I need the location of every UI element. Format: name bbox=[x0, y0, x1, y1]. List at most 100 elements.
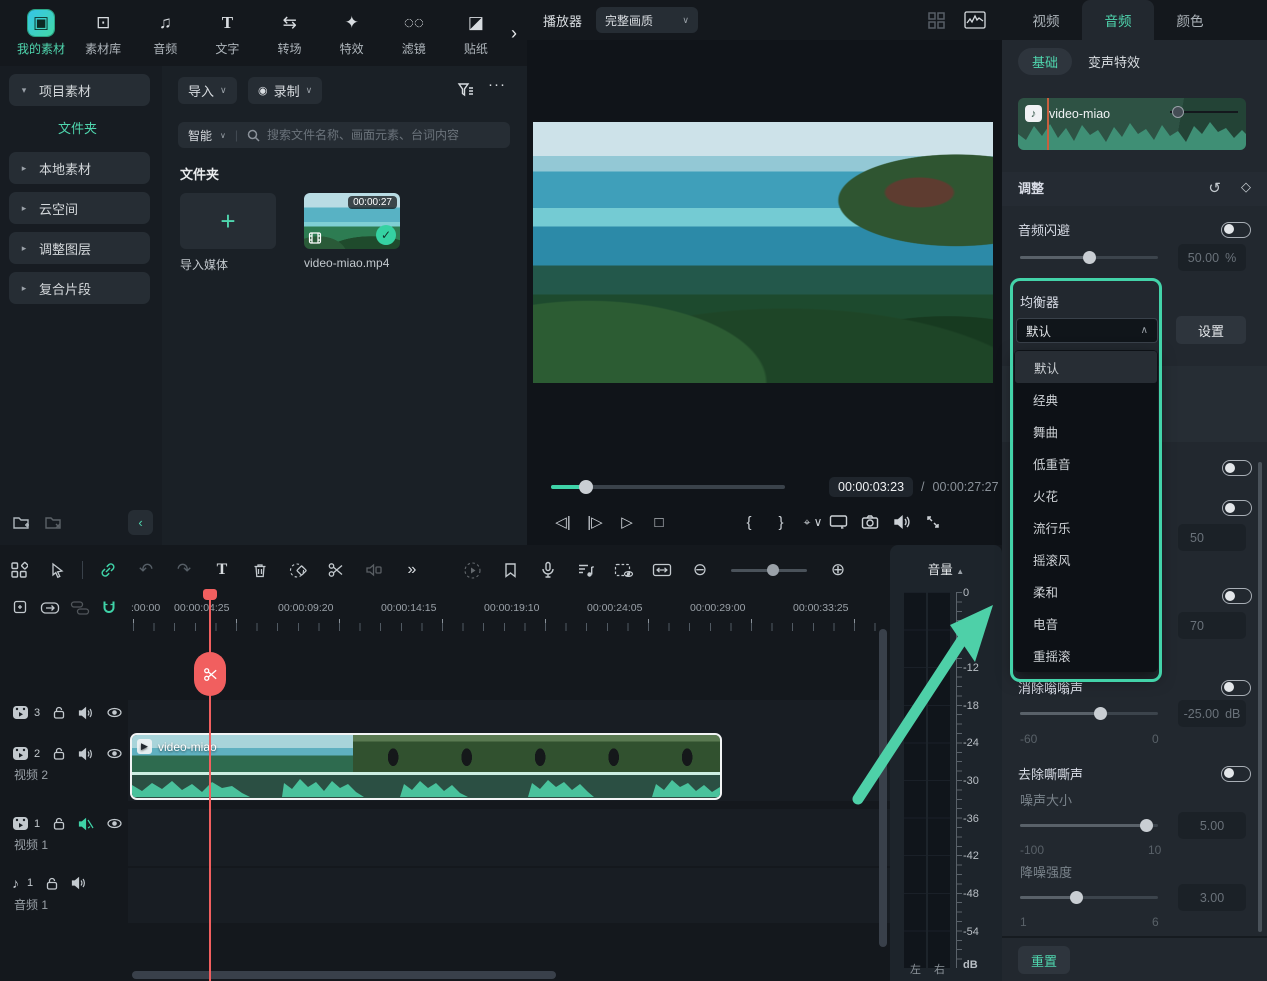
subtab-voice-effects[interactable]: 变声特效 bbox=[1088, 48, 1140, 75]
delete-folder-icon[interactable] bbox=[44, 512, 64, 532]
zoom-knob[interactable] bbox=[767, 564, 779, 576]
search-bar[interactable]: 智能 ∨ | bbox=[178, 122, 510, 148]
eq-option-classic[interactable]: 经典 bbox=[1014, 383, 1158, 415]
lock-icon[interactable] bbox=[45, 876, 59, 891]
delete-icon[interactable] bbox=[241, 562, 279, 579]
new-folder-icon[interactable] bbox=[12, 512, 32, 532]
ducking-slider[interactable] bbox=[1020, 256, 1158, 259]
equalizer-dropdown[interactable]: 默认 ∧ bbox=[1016, 318, 1158, 343]
hidden-value-1-box[interactable]: 50 bbox=[1178, 524, 1246, 551]
voiceover-mic-icon[interactable] bbox=[529, 561, 567, 579]
stop-button[interactable]: □ bbox=[643, 514, 675, 531]
clip-volume-slider[interactable] bbox=[1170, 111, 1238, 113]
tab-transitions[interactable]: ⇆ 转场 bbox=[263, 10, 317, 57]
audio-to-text-icon[interactable] bbox=[567, 562, 605, 579]
snapshot-camera-icon[interactable] bbox=[861, 514, 893, 530]
redo-icon[interactable]: ↷ bbox=[165, 560, 203, 580]
track-3-lane[interactable] bbox=[128, 700, 890, 733]
undo-icon[interactable]: ↶ bbox=[127, 560, 165, 580]
subtab-basic[interactable]: 基础 bbox=[1018, 48, 1072, 75]
strength-value-box[interactable]: 3.00 bbox=[1178, 884, 1246, 911]
tab-filters[interactable]: ◌◌ 滤镜 bbox=[387, 10, 441, 57]
playhead-line[interactable] bbox=[209, 592, 211, 981]
audio-1-lane[interactable] bbox=[128, 868, 890, 923]
track-1-lane[interactable] bbox=[128, 809, 890, 866]
eq-option-heavy-rock[interactable]: 重摇滚 bbox=[1014, 639, 1158, 671]
tab-video[interactable]: 视频 bbox=[1010, 0, 1082, 40]
tab-text[interactable]: T 文字 bbox=[200, 10, 254, 57]
audio-clip-preview[interactable]: ♪ video-miao bbox=[1018, 98, 1246, 150]
timeline-zoom-slider[interactable] bbox=[731, 569, 807, 572]
audio-scope-icon[interactable] bbox=[964, 11, 986, 29]
hidden-toggle-3[interactable] bbox=[1222, 588, 1252, 604]
tabs-expand-chevron-icon[interactable]: › bbox=[511, 23, 517, 44]
eq-option-pop[interactable]: 流行乐 bbox=[1014, 511, 1158, 543]
eye-icon[interactable] bbox=[106, 706, 123, 719]
previous-frame-button[interactable]: ◁| bbox=[547, 513, 579, 531]
hum-slider-knob[interactable] bbox=[1094, 707, 1107, 720]
remove-hum-toggle[interactable] bbox=[1221, 680, 1251, 696]
hidden-toggle-1[interactable] bbox=[1222, 460, 1252, 476]
speaker-muted-icon[interactable] bbox=[78, 817, 94, 831]
strength-slider[interactable] bbox=[1020, 896, 1158, 899]
timeline-ruler[interactable]: :00:00 00:00:04:25 00:00:09:20 00:00:14:… bbox=[128, 595, 890, 641]
eq-option-dance[interactable]: 舞曲 bbox=[1014, 415, 1158, 447]
ducking-slider-knob[interactable] bbox=[1083, 251, 1096, 264]
lock-icon[interactable] bbox=[52, 746, 66, 761]
panel-scrollbar[interactable] bbox=[1258, 462, 1262, 932]
quality-dropdown[interactable]: 完整画质 ∨ bbox=[596, 7, 698, 33]
search-input[interactable] bbox=[267, 128, 477, 142]
speaker-icon[interactable] bbox=[78, 706, 94, 720]
audio-ducking-toggle[interactable] bbox=[1221, 222, 1251, 238]
sidebar-item-folder[interactable]: 文件夹 bbox=[58, 118, 97, 137]
noise-slider[interactable] bbox=[1020, 824, 1158, 827]
eq-option-default[interactable]: 默认 bbox=[1015, 351, 1157, 383]
eq-option-spark[interactable]: 火花 bbox=[1014, 479, 1158, 511]
eq-option-soft[interactable]: 柔和 bbox=[1014, 575, 1158, 607]
reset-adjust-icon[interactable]: ↺ bbox=[1208, 179, 1221, 197]
lock-icon[interactable] bbox=[52, 705, 66, 720]
equalizer-settings-button[interactable]: 设置 bbox=[1176, 316, 1246, 344]
mark-in-button[interactable]: { bbox=[733, 514, 765, 531]
keyframe-icon[interactable] bbox=[279, 561, 317, 580]
noise-slider-knob[interactable] bbox=[1140, 819, 1153, 832]
mark-out-button[interactable]: } bbox=[765, 514, 797, 531]
ducking-value-box[interactable]: 50.00 % bbox=[1178, 244, 1246, 271]
collapse-triangle-icon[interactable]: ▲ bbox=[956, 567, 964, 576]
display-device-icon[interactable] bbox=[829, 514, 861, 530]
speaker-icon[interactable] bbox=[78, 747, 94, 761]
render-preview-icon[interactable] bbox=[453, 561, 491, 580]
eq-option-low-bass[interactable]: 低重音 bbox=[1014, 447, 1158, 479]
zoom-in-icon[interactable]: ⊕ bbox=[819, 560, 857, 580]
speaker-icon[interactable] bbox=[71, 876, 87, 890]
lock-icon[interactable] bbox=[52, 816, 66, 831]
track-link-icon[interactable] bbox=[40, 600, 60, 616]
eq-option-rock[interactable]: 摇滚风 bbox=[1014, 543, 1158, 575]
marker-flag-icon[interactable] bbox=[491, 562, 529, 579]
layout-grid-icon[interactable] bbox=[927, 11, 946, 30]
timeline-vertical-scrollbar[interactable] bbox=[879, 629, 887, 947]
next-frame-button[interactable]: |▷ bbox=[579, 513, 611, 531]
import-button[interactable]: 导入∨ bbox=[178, 77, 237, 104]
speaker-icon[interactable] bbox=[893, 514, 925, 530]
tab-audio-settings[interactable]: 音频 bbox=[1082, 0, 1154, 40]
select-cursor-icon[interactable] bbox=[38, 562, 76, 579]
eye-icon[interactable] bbox=[106, 747, 123, 760]
sidebar-item-project-media[interactable]: ▾ 项目素材 bbox=[9, 74, 150, 106]
fullscreen-icon[interactable] bbox=[925, 514, 957, 530]
remove-hiss-toggle[interactable] bbox=[1221, 766, 1251, 782]
add-text-icon[interactable]: T bbox=[203, 561, 241, 579]
preview-window-icon[interactable] bbox=[605, 562, 643, 579]
search-mode-label[interactable]: 智能 bbox=[188, 127, 212, 144]
eq-option-electronic[interactable]: 电音 bbox=[1014, 607, 1158, 639]
more-tools-icon[interactable]: » bbox=[393, 561, 431, 579]
tab-color[interactable]: 颜色 bbox=[1154, 0, 1226, 40]
reset-button[interactable]: 重置 bbox=[1018, 946, 1070, 974]
tab-stickers[interactable]: ◪ 贴纸 bbox=[449, 10, 503, 57]
tab-audio[interactable]: ♫ 音频 bbox=[138, 10, 192, 57]
keyframe-diamond-icon[interactable]: ◇ bbox=[1241, 179, 1251, 197]
strength-slider-knob[interactable] bbox=[1070, 891, 1083, 904]
sidebar-item-local-media[interactable]: ▸ 本地素材 bbox=[9, 152, 150, 184]
clip-volume-knob[interactable] bbox=[1172, 106, 1184, 118]
record-button[interactable]: ◉录制∨ bbox=[248, 77, 322, 104]
